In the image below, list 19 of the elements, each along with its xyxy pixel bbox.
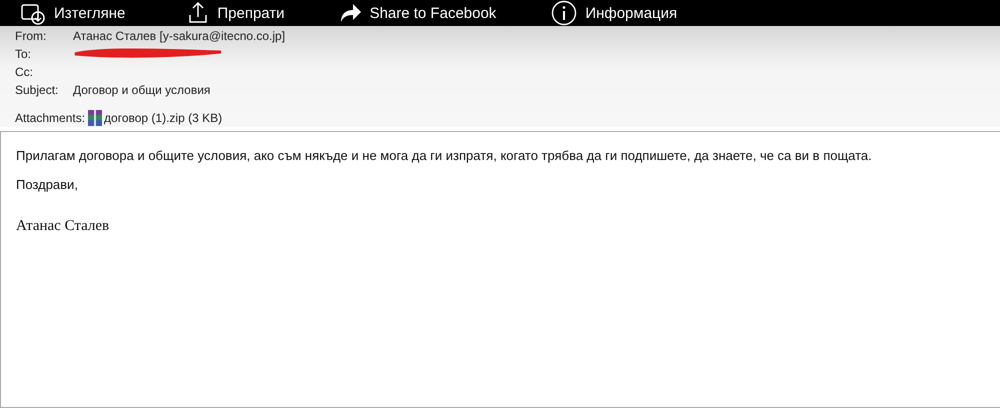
field-label: Attachments: xyxy=(15,111,86,125)
field-label: Subject: xyxy=(15,83,60,97)
field-value: Договор и общи условия xyxy=(73,83,210,97)
field-label: From: xyxy=(15,29,48,43)
attachment-link[interactable]: договор (1).zip (3 KB) xyxy=(87,109,222,127)
toolbar-button[interactable]: Информация xyxy=(551,0,678,26)
signature: Атанас Сталев xyxy=(16,218,110,235)
share-arrow-icon xyxy=(340,3,362,23)
paragraph: Прилагам договора и общите условия, ако съм някъде и не мога да ги изпратя, когато трябва да ги подпишете, да знаете, че са ви в пощата. xyxy=(16,148,873,163)
paragraph: Поздрави, xyxy=(16,177,79,192)
field-label: Cc: xyxy=(15,65,34,79)
field-value: Атанас Сталев [y-sakura@itecno.co.jp] xyxy=(73,29,286,43)
archive-icon xyxy=(87,109,104,127)
info-icon xyxy=(551,0,578,26)
toolbar-button[interactable]: Share to Facebook xyxy=(340,0,496,26)
upload-icon xyxy=(187,1,210,25)
field-label: To: xyxy=(15,47,32,61)
toolbar-button[interactable]: Изтегляне xyxy=(20,0,126,26)
toolbar-button[interactable]: Препрати xyxy=(187,0,285,26)
